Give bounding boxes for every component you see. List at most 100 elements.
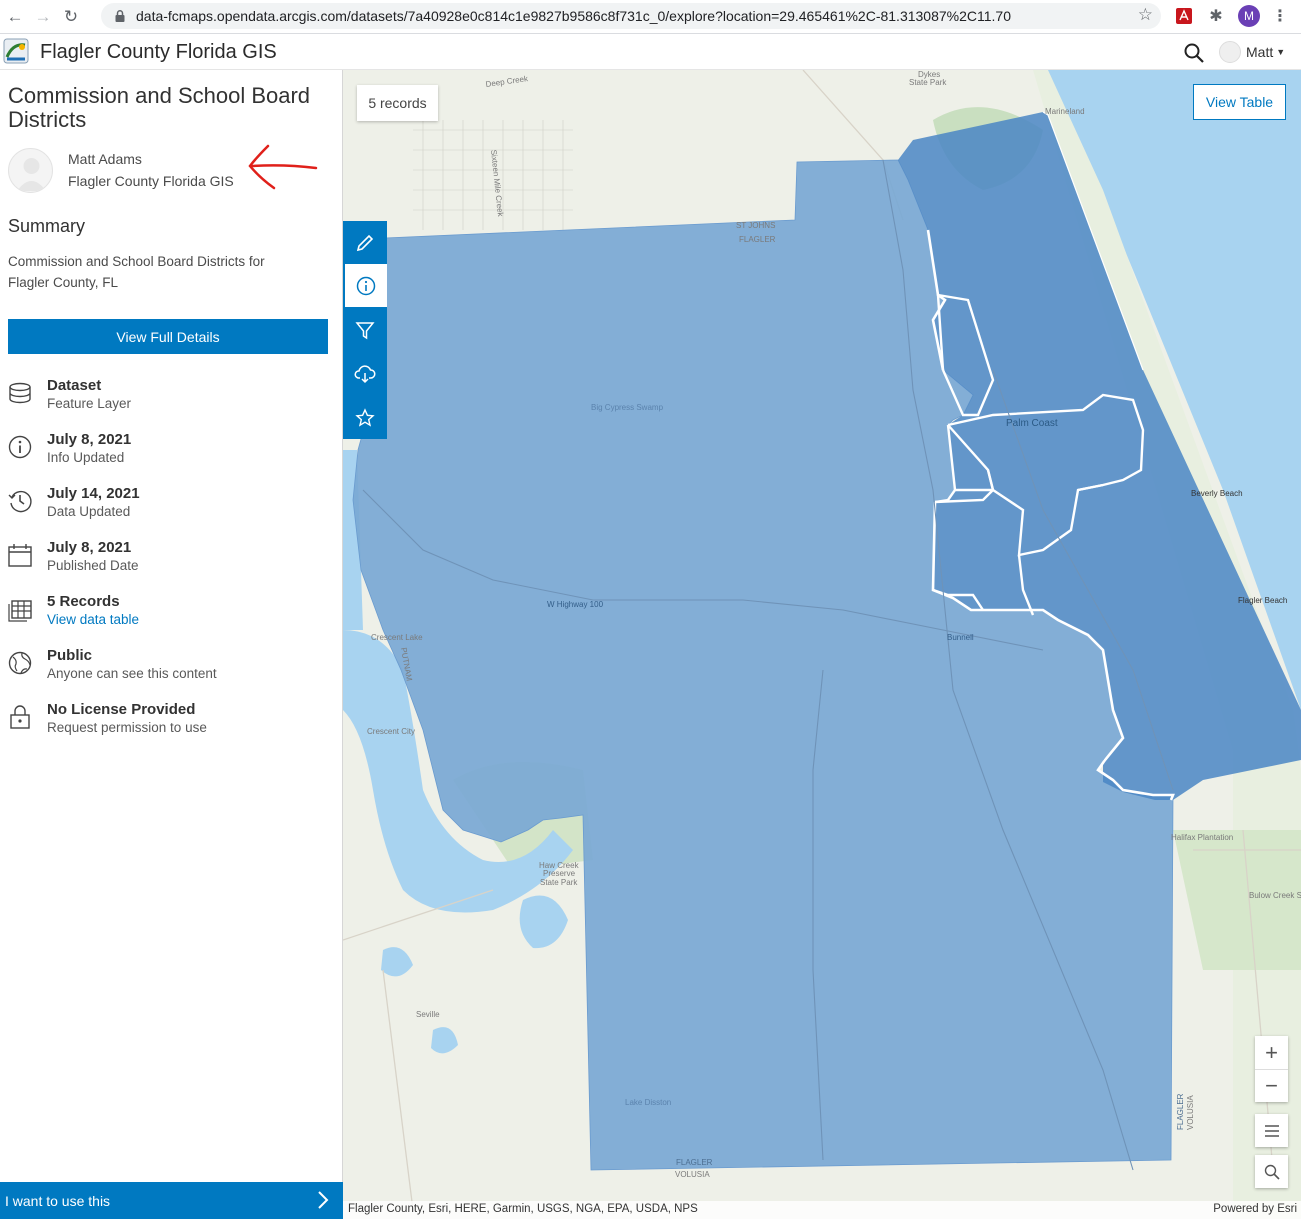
zoom-in-button[interactable]: +	[1255, 1036, 1288, 1069]
info-tool[interactable]	[343, 264, 387, 307]
map-label: Big Cypress Swamp	[591, 403, 664, 412]
info-icon	[356, 276, 376, 295]
map-tool-rail	[343, 221, 387, 439]
summary-heading: Summary	[8, 216, 86, 236]
basemap: Deep Creek Dykes State Park Marineland S…	[343, 70, 1301, 1219]
owner-name[interactable]: Matt Adams	[68, 151, 142, 167]
map-label: Bulow Creek State Park	[1249, 891, 1301, 900]
calendar-icon	[8, 544, 32, 567]
map-label: Lake Disston	[625, 1098, 671, 1107]
meta-row-published: July 8, 2021 Published Date	[8, 539, 328, 585]
meta-title: No License Provided	[47, 701, 196, 718]
view-table-button[interactable]: View Table	[1193, 84, 1286, 120]
details-sidebar: Commission and School Board Districts Ma…	[0, 70, 343, 1219]
meta-title: Public	[47, 647, 93, 664]
meta-sub: Data Updated	[47, 504, 131, 519]
user-name: Matt	[1246, 44, 1274, 60]
view-data-table-link[interactable]: View data table	[47, 612, 139, 627]
meta-row-public: Public Anyone can see this content	[8, 647, 328, 693]
history-icon	[8, 490, 32, 513]
use-label: I want to use this	[5, 1192, 111, 1209]
site-header: Flagler County Florida GIS Matt ▼	[0, 34, 1301, 70]
map-label: W Highway 100	[547, 600, 604, 609]
site-title[interactable]: Flagler County Florida GIS	[40, 41, 277, 64]
owner-org[interactable]: Flagler County Florida GIS	[68, 173, 234, 189]
legend-button[interactable]	[1255, 1114, 1288, 1147]
pdf-extension-icon[interactable]	[1173, 5, 1195, 27]
map-view[interactable]: Deep Creek Dykes State Park Marineland S…	[343, 70, 1301, 1219]
map-label: Deep Creek	[485, 74, 530, 89]
info-icon	[8, 435, 32, 459]
search-icon[interactable]	[1183, 42, 1205, 64]
reload-icon[interactable]: ↻	[58, 4, 84, 30]
map-label: Halifax Plantation	[1171, 833, 1233, 842]
map-label: VOLUSIA	[675, 1170, 710, 1179]
map-label: Crescent Lake	[371, 633, 423, 642]
meta-row-dataset: Dataset Feature Layer	[8, 377, 328, 423]
meta-sub: Published Date	[47, 558, 139, 573]
map-label: Flagler Beach	[1238, 596, 1287, 605]
map-label: Bunnell	[947, 633, 974, 642]
extensions-puzzle-icon[interactable]: ✱	[1205, 5, 1227, 27]
lake	[381, 947, 413, 977]
download-tool[interactable]	[343, 352, 387, 395]
user-menu[interactable]: Matt ▼	[1219, 40, 1285, 64]
map-label: Palm Coast	[1006, 418, 1058, 429]
meta-title: Dataset	[47, 377, 102, 394]
favorite-tool[interactable]	[343, 396, 387, 439]
filter-tool[interactable]	[343, 308, 387, 351]
lock-icon	[115, 10, 125, 22]
owner-avatar[interactable]	[8, 148, 53, 193]
i-want-to-use-this-button[interactable]: I want to use this	[0, 1182, 343, 1219]
meta-row-license: No License Provided Request permission t…	[8, 701, 328, 747]
lock-icon	[10, 705, 30, 729]
bookmark-star-icon[interactable]: ☆	[1138, 5, 1153, 25]
star-icon	[355, 407, 375, 427]
meta-sub: Anyone can see this content	[47, 666, 217, 681]
list-icon	[1264, 1124, 1279, 1137]
forward-icon[interactable]: →	[30, 4, 56, 30]
meta-row-info-updated: July 8, 2021 Info Updated	[8, 431, 328, 477]
dataset-title: Commission and School Board Districts	[8, 83, 311, 132]
table-icon	[8, 600, 32, 622]
map-label: Marineland	[1045, 107, 1085, 116]
browser-toolbar: ← → ↻ data-fcmaps.opendata.arcgis.com/da…	[0, 0, 1301, 34]
address-bar[interactable]: data-fcmaps.opendata.arcgis.com/datasets…	[101, 3, 1161, 29]
preserve-area	[1173, 830, 1301, 970]
zoom-out-button[interactable]: −	[1255, 1069, 1288, 1102]
map-label: FLAGLER	[1176, 1093, 1185, 1130]
site-logo-icon[interactable]	[3, 37, 31, 67]
map-search-button[interactable]	[1255, 1155, 1288, 1188]
map-label: FLAGLER	[676, 1158, 713, 1167]
edit-tool[interactable]	[343, 221, 387, 264]
map-label: FLAGLER	[739, 235, 776, 244]
map-label: State Park	[540, 878, 578, 887]
map-label: Seville	[416, 1010, 440, 1019]
meta-sub: Info Updated	[47, 450, 125, 465]
search-icon	[1264, 1164, 1280, 1180]
cloud-download-icon	[354, 364, 376, 383]
meta-sub: Feature Layer	[47, 396, 132, 411]
map-label: Crescent City	[367, 727, 415, 736]
lake	[519, 895, 568, 949]
meta-row-records: 5 Records View data table	[8, 593, 328, 639]
meta-row-data-updated: July 14, 2021 Data Updated	[8, 485, 328, 531]
meta-title: July 8, 2021	[47, 431, 132, 448]
meta-sub: Request permission to use	[47, 720, 207, 735]
view-full-details-button[interactable]: View Full Details	[8, 319, 328, 354]
chevron-right-icon	[318, 1191, 329, 1209]
records-count: 5 records	[357, 85, 438, 121]
back-icon[interactable]: ←	[2, 4, 28, 30]
summary-text: Commission and School Board Districts fo…	[8, 254, 265, 290]
map-label: VOLUSIA	[1186, 1095, 1195, 1130]
browser-menu-icon[interactable]: ⋮	[1269, 5, 1291, 27]
map-label: State Park	[909, 78, 947, 87]
map-label: Sixteen Mile Creek	[489, 149, 505, 218]
powered-by-esri-link[interactable]: Powered by Esri	[1213, 1203, 1297, 1215]
red-arrow-annotation	[248, 144, 318, 190]
globe-icon	[8, 651, 32, 675]
pencil-icon	[356, 234, 374, 251]
meta-title: July 8, 2021	[47, 539, 132, 556]
filter-icon	[355, 321, 375, 339]
profile-avatar[interactable]: M	[1238, 5, 1260, 27]
